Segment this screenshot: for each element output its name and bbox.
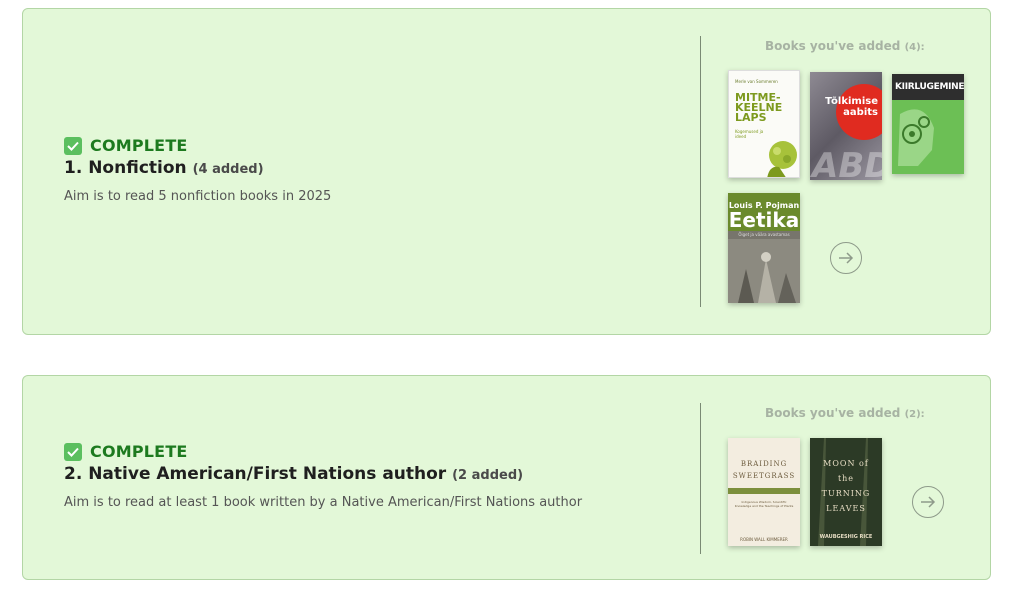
- letters-decoration: ABD: [812, 146, 882, 180]
- books-added-heading: Books you've added (4):: [765, 39, 925, 53]
- checkbox-checked-icon: [64, 136, 82, 155]
- goal-description: Aim is to read 5 nonfiction books in 202…: [64, 189, 332, 204]
- goal-card-nonfiction: COMPLETE 1. Nonfiction (4 added) Aim is …: [22, 8, 991, 335]
- book-cover[interactable]: MOON of the TURNING LEAVES WAUBGESHIG RI…: [810, 438, 882, 546]
- book-title: KIIRLUGEMINE: [895, 82, 964, 92]
- book-title: Tõlkimise aabits: [825, 96, 878, 118]
- book-title: MITME-KEELNE LAPS: [735, 91, 783, 124]
- arrow-right-icon: [839, 252, 854, 264]
- arrow-right-icon: [921, 496, 936, 508]
- books-added-label: Books you've added: [765, 39, 901, 53]
- book-author: WAUBGESHIG RICE: [819, 534, 873, 540]
- book-title: BRAIDING SWEETGRASS: [732, 460, 796, 480]
- goal-added-count: (4 added): [192, 162, 264, 177]
- book-subtitle: Õiget ja väära avastamas: [738, 232, 790, 237]
- book-cover[interactable]: BRAIDING SWEETGRASS Indigenous Wisdom, S…: [728, 438, 800, 546]
- divider: [700, 36, 701, 307]
- books-added-count: (4):: [904, 42, 925, 53]
- goal-title: 1. Nonfiction (4 added): [64, 158, 331, 178]
- sweetgrass-braid-shape: [728, 488, 800, 494]
- goal-title: 2. Native American/First Nations author …: [64, 464, 582, 484]
- next-books-button[interactable]: [912, 486, 944, 518]
- goal-title-text: 2. Native American/First Nations author: [64, 464, 447, 484]
- book-cover[interactable]: Tõlkimise aabits ABD: [810, 72, 882, 180]
- goal-description: Aim is to read at least 1 book written b…: [64, 495, 583, 510]
- painting-illustration-icon: [728, 239, 800, 303]
- status-row: COMPLETE: [64, 442, 582, 461]
- status-row: COMPLETE: [64, 136, 331, 155]
- head-gears-icon: [898, 109, 934, 166]
- book-title: Eetika: [728, 208, 800, 232]
- goal-info: COMPLETE 1. Nonfiction (4 added) Aim is …: [64, 136, 331, 204]
- status-label: COMPLETE: [90, 442, 188, 461]
- checkbox-checked-icon: [64, 442, 82, 461]
- divider: [700, 403, 701, 554]
- goal-title-text: 1. Nonfiction: [64, 158, 187, 178]
- next-books-button[interactable]: [830, 242, 862, 274]
- goal-info: COMPLETE 2. Native American/First Nation…: [64, 442, 582, 510]
- book-cover[interactable]: Louis P. Pojman Eetika Õiget ja väära av…: [728, 193, 800, 303]
- books-added-label: Books you've added: [765, 406, 901, 420]
- status-label: COMPLETE: [90, 136, 188, 155]
- book-title: MOON of the TURNING LEAVES: [821, 459, 871, 513]
- books-added-heading: Books you've added (2):: [765, 406, 925, 420]
- book-cover[interactable]: Merle van Sommeren MITME-KEELNE LAPS Kog…: [728, 70, 800, 178]
- goal-added-count: (2 added): [452, 468, 524, 483]
- book-author: Merle van Sommeren: [735, 79, 778, 84]
- books-added-count: (2):: [904, 409, 925, 420]
- book-subtitle: Indigenous Wisdom, Scientific Knowledge …: [734, 500, 794, 508]
- book-cover[interactable]: KIIRLUGEMINE: [892, 74, 964, 174]
- goal-card-native-author: COMPLETE 2. Native American/First Nation…: [22, 375, 991, 580]
- head-illustration-icon: [767, 141, 797, 177]
- book-author: ROBIN WALL KIMMERER: [740, 537, 788, 542]
